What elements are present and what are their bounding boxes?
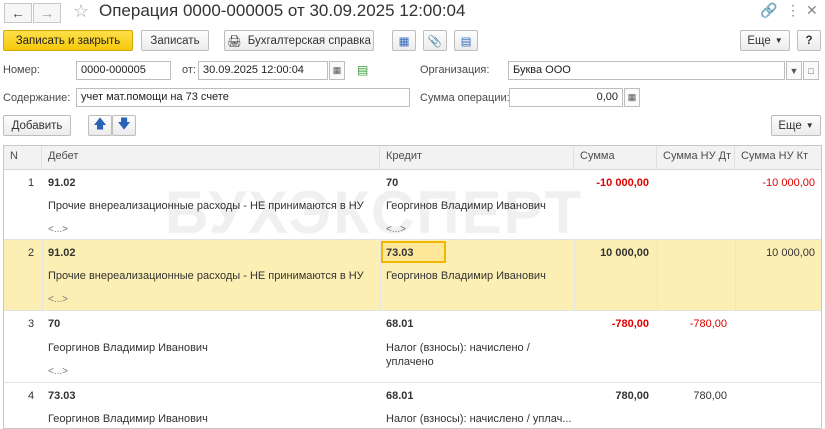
add-row-button[interactable]: Добавить	[3, 115, 71, 136]
accounting-report-label: Бухгалтерская справка	[247, 34, 371, 47]
content-label: Содержание:	[3, 92, 71, 104]
paperclip-icon: 📎	[427, 35, 443, 48]
help-icon: ?	[805, 34, 813, 47]
move-down-button[interactable]: 🡇	[112, 115, 136, 136]
save-and-close-button[interactable]: Записать и закрыть	[3, 30, 133, 51]
number-field[interactable]: 0000-000005	[76, 61, 171, 80]
debit-account[interactable]: 70	[48, 318, 60, 330]
number-label: Номер:	[3, 64, 40, 76]
move-up-button[interactable]: 🡅	[88, 115, 112, 136]
table-row-selected[interactable]: 2 91.02 Прочие внереализационные расходы…	[4, 240, 821, 311]
date-label: от:	[182, 64, 196, 76]
window-title: Операция 0000-000005 от 30.09.2025 12:00…	[99, 1, 466, 20]
arrow-right-icon: →	[40, 5, 54, 21]
content-field[interactable]: учет мат.помощи на 73 счете	[76, 88, 410, 107]
more-button[interactable]: Еще ▼	[740, 30, 790, 51]
table-row[interactable]: 3 70 Георгинов Владимир Иванович <...> 6…	[4, 311, 821, 383]
back-button[interactable]: ←	[4, 3, 32, 23]
sum-cell[interactable]: 10 000,00	[600, 247, 649, 259]
sum-nu-dt-cell[interactable]: -780,00	[690, 318, 727, 330]
chevron-down-icon: ▼	[805, 121, 814, 130]
printer-icon: 🖨	[227, 35, 242, 48]
debit-subconto-2[interactable]: <...>	[48, 294, 68, 305]
favorite-star-icon[interactable]: ☆	[73, 1, 89, 22]
structure-icon: ▦	[398, 35, 410, 48]
calculator-icon: ▦	[627, 92, 637, 102]
column-header-sum-nu-dt[interactable]: Сумма НУ Дт	[657, 146, 735, 170]
debit-subconto-2[interactable]: <...>	[48, 224, 68, 235]
date-field[interactable]: 30.09.2025 12:00:04	[198, 61, 328, 80]
arrow-up-icon: 🡅	[93, 115, 107, 131]
credit-subconto-1[interactable]: Налог (взносы): начислено /	[386, 342, 530, 354]
column-header-debit[interactable]: Дебет	[42, 146, 380, 170]
open-icon: □	[808, 65, 814, 76]
calculator-button[interactable]: ▦	[624, 88, 640, 107]
debit-subconto-2[interactable]: <...>	[48, 366, 68, 377]
row-number: 4	[28, 390, 35, 402]
calendar-button[interactable]: ▦	[329, 61, 345, 80]
arrow-down-icon: 🡇	[117, 115, 131, 131]
column-header-sum[interactable]: Сумма	[574, 146, 657, 170]
chevron-down-icon: ▼	[789, 65, 799, 76]
row-number: 3	[28, 318, 35, 330]
organization-field[interactable]: Буква ООО	[508, 61, 785, 80]
close-icon[interactable]: ✕	[806, 2, 818, 19]
arrow-left-icon: ←	[11, 5, 25, 21]
credit-subconto-1[interactable]: Георгинов Владимир Иванович	[386, 270, 546, 282]
attachment-button[interactable]: 📎	[423, 30, 447, 51]
debit-account[interactable]: 91.02	[48, 177, 76, 189]
accounting-report-button[interactable]: 🖨 Бухгалтерская справка	[224, 30, 374, 51]
report-list-button[interactable]: ▤	[454, 30, 478, 51]
help-button[interactable]: ?	[797, 30, 821, 51]
list-document-icon: ▤	[460, 35, 472, 48]
sum-cell[interactable]: -780,00	[612, 318, 649, 330]
save-button[interactable]: Записать	[141, 30, 209, 51]
debit-account[interactable]: 91.02	[48, 247, 76, 259]
sum-nu-kt-cell[interactable]: -10 000,00	[762, 177, 815, 189]
operation-sum-field[interactable]: 0,00	[509, 88, 623, 107]
operation-sum-label: Сумма операции:	[420, 92, 510, 104]
debit-subconto-1[interactable]: Прочие внереализационные расходы - НЕ пр…	[48, 270, 364, 282]
chevron-down-icon: ▼	[774, 36, 783, 45]
organization-label: Организация:	[420, 64, 490, 76]
link-icon[interactable]: 🔗	[760, 2, 777, 19]
column-header-credit[interactable]: Кредит	[380, 146, 574, 170]
organization-dropdown-button[interactable]: ▼	[786, 61, 802, 80]
column-header-sum-nu-kt[interactable]: Сумма НУ Кт	[735, 146, 821, 170]
column-header-n[interactable]: N	[4, 146, 42, 170]
sum-cell[interactable]: -10 000,00	[596, 177, 649, 189]
more-vertical-icon[interactable]: ⋮	[786, 2, 800, 19]
credit-subconto-1[interactable]: Налог (взносы): начислено / уплач...	[386, 413, 571, 425]
calendar-icon: ▦	[332, 65, 342, 75]
organization-open-button[interactable]: □	[803, 61, 819, 80]
watermark-logo: БУХЭКСПЕРТ	[165, 179, 584, 246]
structure-button[interactable]: ▦	[392, 30, 416, 51]
date-edit-icon[interactable]: ▤	[357, 63, 368, 77]
row-number: 2	[28, 247, 35, 259]
sum-nu-dt-cell[interactable]: 780,00	[693, 390, 727, 402]
more-label: Еще	[747, 34, 771, 47]
debit-subconto-1[interactable]: Георгинов Владимир Иванович	[48, 413, 208, 425]
debit-subconto-1[interactable]: Георгинов Владимир Иванович	[48, 342, 208, 354]
sum-nu-kt-cell[interactable]: 10 000,00	[766, 247, 815, 259]
sum-cell[interactable]: 780,00	[615, 390, 649, 402]
forward-button[interactable]: →	[33, 3, 61, 23]
credit-subconto-1-cont[interactable]: уплачено	[386, 356, 434, 368]
table-more-label: Еще	[778, 119, 802, 132]
table-more-button[interactable]: Еще ▼	[771, 115, 821, 136]
table-row[interactable]: 4 73.03 Георгинов Владимир Иванович 68.0…	[4, 383, 821, 428]
row-number: 1	[28, 177, 35, 189]
debit-account[interactable]: 73.03	[48, 390, 76, 402]
credit-account[interactable]: 68.01	[386, 318, 414, 330]
credit-account[interactable]: 68.01	[386, 390, 414, 402]
